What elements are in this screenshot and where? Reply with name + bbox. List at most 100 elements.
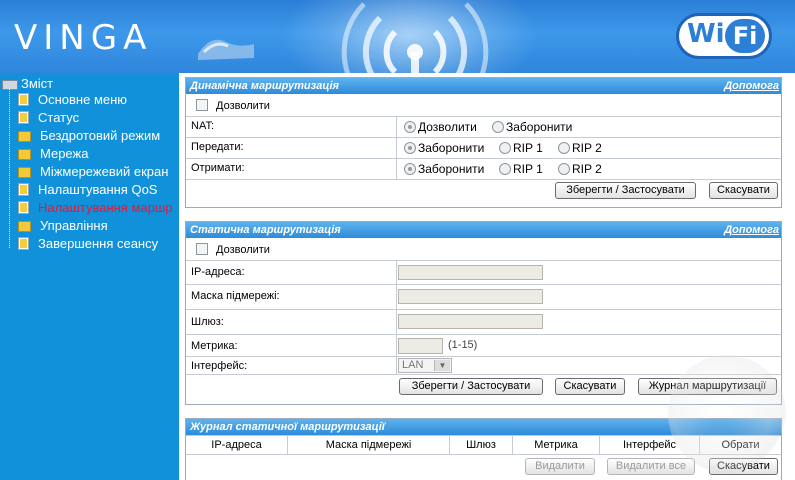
send-rip2-label: RIP 2 xyxy=(572,141,602,155)
wireless-waves-graphic xyxy=(341,2,489,73)
sidebar-item-label: Завершення сеансу xyxy=(38,236,159,251)
interface-select[interactable]: LAN ▼ xyxy=(398,358,452,373)
computer-icon xyxy=(2,79,18,90)
metric-label: Метрика: xyxy=(191,340,238,352)
wifi-logo: Wi Fi xyxy=(676,13,772,59)
column-header: Шлюз xyxy=(450,436,513,454)
tree-root-label: Зміст xyxy=(21,76,54,91)
dynamic-cancel-button[interactable]: Скасувати xyxy=(709,182,778,199)
help-link[interactable]: Допомога xyxy=(724,78,779,94)
sidebar-item-main-menu[interactable]: Основне меню xyxy=(18,92,127,110)
nat-allow-option[interactable]: Дозволити xyxy=(404,120,477,134)
journal-table-header: IP-адреса Маска підмережі Шлюз Метрика І… xyxy=(186,435,781,454)
page-icon xyxy=(18,201,29,214)
enable-checkbox[interactable] xyxy=(196,243,208,255)
sidebar-item-label: Налаштування маршр xyxy=(38,200,173,215)
subnet-mask-input[interactable] xyxy=(398,289,543,304)
static-routing-journal-panel: Журнал статичної маршрутизації IP-адреса… xyxy=(185,418,782,480)
wifi-logo-wi: Wi xyxy=(687,19,725,49)
enable-checkbox-wrap[interactable]: Дозволити xyxy=(196,243,270,256)
sidebar-item-label: Налаштування QoS xyxy=(38,182,158,197)
radio-button[interactable] xyxy=(404,121,416,133)
page-icon xyxy=(18,183,29,196)
ip-row: IP-адреса: xyxy=(186,260,781,284)
chevron-down-icon[interactable]: ▼ xyxy=(434,360,450,371)
send-deny-option[interactable]: Заборонити xyxy=(404,141,484,155)
page-icon xyxy=(18,237,29,250)
column-header: Метрика xyxy=(513,436,600,454)
column-header: Обрати xyxy=(721,439,760,451)
sidebar-item-firewall[interactable]: Міжмережевий екран xyxy=(18,164,168,182)
radio-button[interactable] xyxy=(492,121,504,133)
page-icon xyxy=(18,93,29,106)
folder-icon xyxy=(18,149,31,160)
sidebar-item-label: Бездротовий режим xyxy=(40,128,161,143)
radio-button[interactable] xyxy=(558,163,570,175)
enable-checkbox[interactable] xyxy=(196,99,208,111)
enable-label: Дозволити xyxy=(216,100,270,112)
static-cancel-button[interactable]: Скасувати xyxy=(555,378,625,395)
routing-log-button[interactable]: Журнал маршрутизації xyxy=(638,378,777,395)
send-rip2-option[interactable]: RIP 2 xyxy=(558,141,602,155)
sidebar-item-label: Статус xyxy=(38,110,80,125)
delete-all-button[interactable]: Видалити все xyxy=(607,458,695,475)
radio-button[interactable] xyxy=(404,163,416,175)
radio-button[interactable] xyxy=(404,142,416,154)
journal-cancel-button[interactable]: Скасувати xyxy=(709,458,778,475)
gateway-row: Шлюз: xyxy=(186,309,781,334)
metric-row: Метрика: (1-15) xyxy=(186,334,781,356)
sidebar-item-label: Міжмережевий екран xyxy=(40,164,169,179)
sidebar: Зміст Основне меню Статус Бездротовий ре… xyxy=(0,73,179,480)
delete-button[interactable]: Видалити xyxy=(525,458,595,475)
nat-allow-label: Дозволити xyxy=(418,120,477,134)
wifi-logo-fi: Fi xyxy=(725,19,765,53)
send-rip1-option[interactable]: RIP 1 xyxy=(499,141,543,155)
panel-title: Журнал статичної маршрутизації xyxy=(186,419,781,435)
dynamic-save-button[interactable]: Зберегти / Застосувати xyxy=(555,182,696,199)
sidebar-item-label: Мережа xyxy=(40,146,89,161)
receive-rip2-label: RIP 2 xyxy=(572,162,602,176)
receive-rip1-option[interactable]: RIP 1 xyxy=(499,162,543,176)
sidebar-item-status[interactable]: Статус xyxy=(18,110,79,128)
nat-deny-option[interactable]: Заборонити xyxy=(492,120,572,134)
static-save-button[interactable]: Зберегти / Застосувати xyxy=(399,378,543,395)
nat-deny-label: Заборонити xyxy=(506,120,573,134)
sidebar-item-wireless[interactable]: Бездротовий режим xyxy=(18,128,160,146)
dynamic-routing-panel: Динамічна маршрутизація Допомога Дозволи… xyxy=(185,77,782,208)
page-icon xyxy=(18,111,29,124)
receive-row: Отримати: Заборонити RIP 1 RIP 2 xyxy=(186,158,781,179)
column-header: Маска підмережі xyxy=(288,436,450,454)
radio-button[interactable] xyxy=(558,142,570,154)
brand-logo: VINGA xyxy=(14,18,153,58)
sidebar-item-network[interactable]: Мережа xyxy=(18,146,88,164)
metric-input[interactable] xyxy=(398,338,443,354)
radio-button[interactable] xyxy=(499,163,511,175)
sidebar-item-qos[interactable]: Налаштування QoS xyxy=(18,182,157,200)
sidebar-item-management[interactable]: Управління xyxy=(18,218,108,236)
mask-row: Маска підмережі: xyxy=(186,284,781,309)
receive-rip1-label: RIP 1 xyxy=(513,162,543,176)
radio-button[interactable] xyxy=(499,142,511,154)
sidebar-item-routing[interactable]: Налаштування маршр xyxy=(18,200,173,218)
sidebar-item-label: Управління xyxy=(40,218,108,233)
column-header: Інтерфейс xyxy=(600,436,700,454)
enable-checkbox-wrap[interactable]: Дозволити xyxy=(196,99,270,112)
sidebar-item-logout[interactable]: Завершення сеансу xyxy=(18,236,158,254)
gateway-input[interactable] xyxy=(398,314,543,329)
send-deny-label: Заборонити xyxy=(418,141,485,155)
dynamic-buttons-row: Зберегти / Застосувати Скасувати xyxy=(186,179,781,205)
ip-address-input[interactable] xyxy=(398,265,543,280)
send-rip1-label: RIP 1 xyxy=(513,141,543,155)
folder-icon xyxy=(18,221,31,232)
ip-label: IP-адреса: xyxy=(191,266,245,278)
interface-row: Інтерфейс: LAN ▼ xyxy=(186,356,781,374)
header-banner: VINGA Wi Fi xyxy=(0,0,795,73)
gateway-label: Шлюз: xyxy=(191,316,224,328)
panel-title: Статична маршрутизація Допомога xyxy=(186,222,781,238)
receive-rip2-option[interactable]: RIP 2 xyxy=(558,162,602,176)
help-link[interactable]: Допомога xyxy=(724,222,779,238)
enable-label: Дозволити xyxy=(216,244,270,256)
interface-select-value: LAN xyxy=(402,359,424,371)
static-enable-row: Дозволити xyxy=(186,238,781,260)
receive-deny-option[interactable]: Заборонити xyxy=(404,162,484,176)
